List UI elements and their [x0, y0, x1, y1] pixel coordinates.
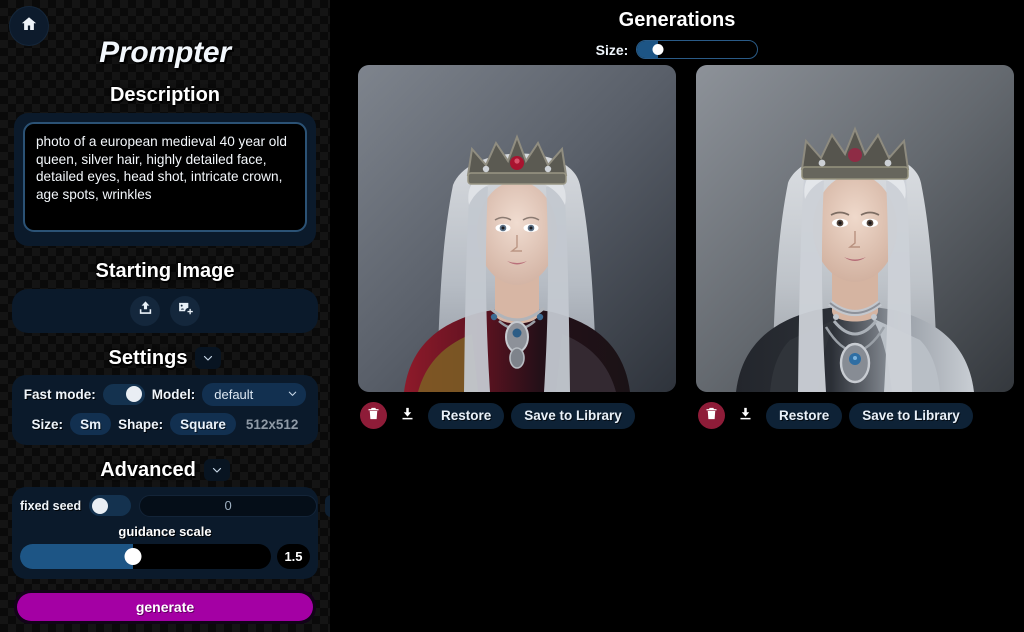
description-input[interactable]	[23, 122, 307, 232]
description-heading: Description	[109, 84, 221, 106]
generation-card: Restore Save to Library	[358, 65, 676, 429]
advanced-panel: fixed seed guidance scale	[12, 486, 330, 579]
advanced-heading-row: Advanced	[0, 459, 330, 482]
card-actions: Restore Save to Library	[358, 402, 676, 429]
advanced-collapse-toggle[interactable]	[203, 459, 230, 482]
model-label: Model:	[151, 386, 196, 402]
shape-value-button[interactable]: Square	[170, 413, 236, 435]
generations-size-label: Size:	[595, 41, 629, 58]
generate-button[interactable]: generate	[17, 593, 313, 621]
chevron-down-icon	[202, 347, 214, 370]
size-value-button[interactable]: Sm	[70, 413, 112, 435]
app-title: Prompter	[99, 36, 231, 69]
generations-header: Generations Size:	[330, 0, 1024, 59]
save-to-library-button[interactable]: Save to Library	[511, 402, 635, 429]
fast-mode-label: Fast mode:	[23, 386, 96, 402]
generations-size-row: Size:	[330, 40, 1024, 59]
delete-button[interactable]	[698, 402, 725, 429]
guidance-scale-slider[interactable]	[20, 543, 271, 569]
model-select[interactable]: default	[202, 382, 307, 406]
generation-cards: Restore Save to Library Restore Save to …	[358, 65, 1014, 429]
seed-row: fixed seed	[20, 494, 330, 517]
settings-collapse-toggle[interactable]	[195, 347, 222, 370]
sidebar: Prompter Description Starting Image Sett…	[0, 0, 330, 632]
starting-image-heading: Starting Image	[95, 259, 235, 282]
toggle-knob	[92, 497, 109, 514]
save-to-library-button[interactable]: Save to Library	[849, 402, 973, 429]
generations-size-slider[interactable]	[636, 40, 759, 59]
settings-panel: Fast mode: Model: default Size: Sm Shape…	[12, 374, 318, 445]
generations-title: Generations	[618, 9, 736, 31]
chevron-down-icon	[211, 459, 223, 482]
description-panel	[14, 113, 316, 246]
guidance-scale-value: 1.5	[277, 543, 310, 569]
card-actions: Restore Save to Library	[696, 402, 1014, 429]
settings-heading-row: Settings	[0, 347, 330, 370]
trash-icon	[366, 406, 381, 426]
upload-icon	[137, 300, 154, 322]
app-root: Prompter Description Starting Image Sett…	[0, 0, 1024, 632]
model-value: default	[214, 386, 254, 402]
chevron-down-icon	[287, 387, 298, 402]
generation-card: Restore Save to Library	[696, 65, 1014, 429]
fixed-seed-toggle[interactable]	[89, 495, 132, 516]
add-image-icon	[177, 300, 194, 322]
shape-label: Shape:	[118, 416, 164, 432]
download-button[interactable]	[732, 402, 759, 429]
home-button[interactable]	[9, 6, 49, 46]
download-icon	[738, 406, 753, 426]
slider-fill	[20, 543, 133, 569]
slider-knob[interactable]	[124, 547, 142, 565]
settings-row-mode: Fast mode: Model: default	[21, 382, 309, 407]
download-icon	[400, 406, 415, 426]
trash-icon	[704, 406, 719, 426]
add-image-button[interactable]	[170, 295, 200, 326]
generation-image[interactable]	[358, 65, 676, 392]
guidance-scale-label: guidance scale	[118, 523, 212, 539]
fast-mode-toggle[interactable]	[102, 383, 145, 405]
upload-button[interactable]	[130, 295, 160, 326]
restore-button[interactable]: Restore	[428, 402, 505, 429]
generation-image[interactable]	[696, 65, 1014, 392]
home-icon	[20, 15, 38, 38]
delete-button[interactable]	[360, 402, 387, 429]
dimensions-readout: 512x512	[245, 416, 299, 432]
generate-button-wrapper: generate	[14, 590, 316, 624]
size-label: Size:	[31, 416, 64, 432]
advanced-heading: Advanced	[100, 458, 196, 481]
starting-image-panel	[12, 288, 318, 333]
guidance-scale-row: 1.5	[20, 543, 310, 569]
download-button[interactable]	[394, 402, 421, 429]
toggle-knob	[125, 386, 142, 402]
restore-button[interactable]: Restore	[766, 402, 843, 429]
settings-heading: Settings	[108, 346, 188, 369]
generations-panel: Generations Size: Restore Save to Librar…	[330, 0, 1024, 632]
settings-row-size: Size: Sm Shape: Square 512x512	[21, 412, 309, 437]
slider-knob[interactable]	[652, 44, 664, 55]
seed-input[interactable]	[139, 494, 318, 517]
fixed-seed-label: fixed seed	[20, 498, 82, 513]
